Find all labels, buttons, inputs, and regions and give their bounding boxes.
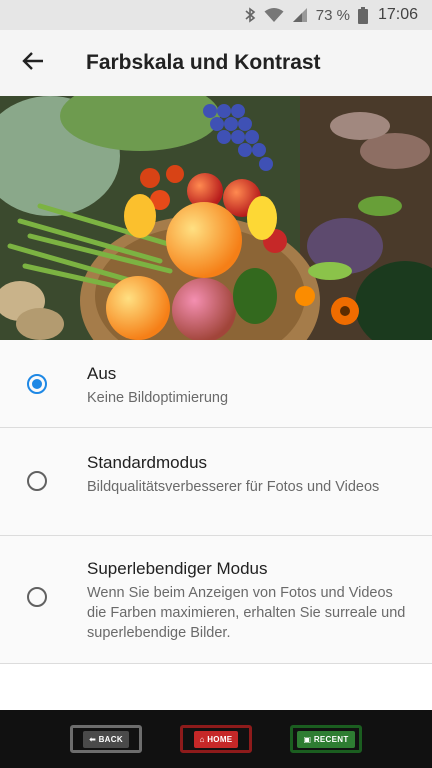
nav-home-label: ⌂ HOME xyxy=(193,730,239,748)
nav-home-button[interactable]: ⌂ HOME xyxy=(180,725,252,753)
nav-back-button[interactable]: ⬅ BACK xyxy=(70,725,142,753)
battery-icon xyxy=(357,6,368,24)
option-standardmodus[interactable]: Standardmodus Bildqualitätsverbesserer f… xyxy=(0,428,432,536)
radio-button[interactable] xyxy=(27,587,47,607)
page-title: Farbskala und Kontrast xyxy=(86,51,321,74)
option-label: Standardmodus xyxy=(87,453,208,472)
back-button[interactable] xyxy=(0,30,66,96)
bluetooth-icon xyxy=(244,7,256,23)
arrow-back-icon xyxy=(22,51,44,76)
nav-recent-label: ▣ RECENT xyxy=(297,730,355,748)
option-label: Superlebendiger Modus xyxy=(87,559,268,578)
option-description: Keine Bildoptimierung xyxy=(87,390,229,406)
radio-button[interactable] xyxy=(27,471,47,491)
navigation-bar: ⬅ BACK ⌂ HOME ▣ RECENT xyxy=(0,710,432,768)
option-description: Wenn Sie beim Anzeigen von Fotos und Vid… xyxy=(87,585,406,641)
option-description: Bildqualitätsverbesserer für Fotos und V… xyxy=(87,479,380,495)
option-label: Aus xyxy=(87,364,117,383)
options-list: Aus Keine Bildoptimierung Standardmodus … xyxy=(0,340,432,664)
option-aus[interactable]: Aus Keine Bildoptimierung xyxy=(0,340,432,428)
nav-recent-button[interactable]: ▣ RECENT xyxy=(290,725,362,753)
app-bar: Farbskala und Kontrast xyxy=(0,30,432,96)
signal-icon xyxy=(292,7,308,23)
nav-back-label: ⬅ BACK xyxy=(83,730,129,748)
battery-percent: 73 % xyxy=(315,6,350,24)
radio-button-checked[interactable] xyxy=(27,374,47,394)
status-bar: 73 % 17:06 xyxy=(0,0,432,30)
option-superlebendiger-modus[interactable]: Superlebendiger Modus Wenn Sie beim Anze… xyxy=(0,536,432,664)
clock: 17:06 xyxy=(377,6,418,23)
wifi-icon xyxy=(264,7,284,23)
hero-image xyxy=(0,96,432,340)
